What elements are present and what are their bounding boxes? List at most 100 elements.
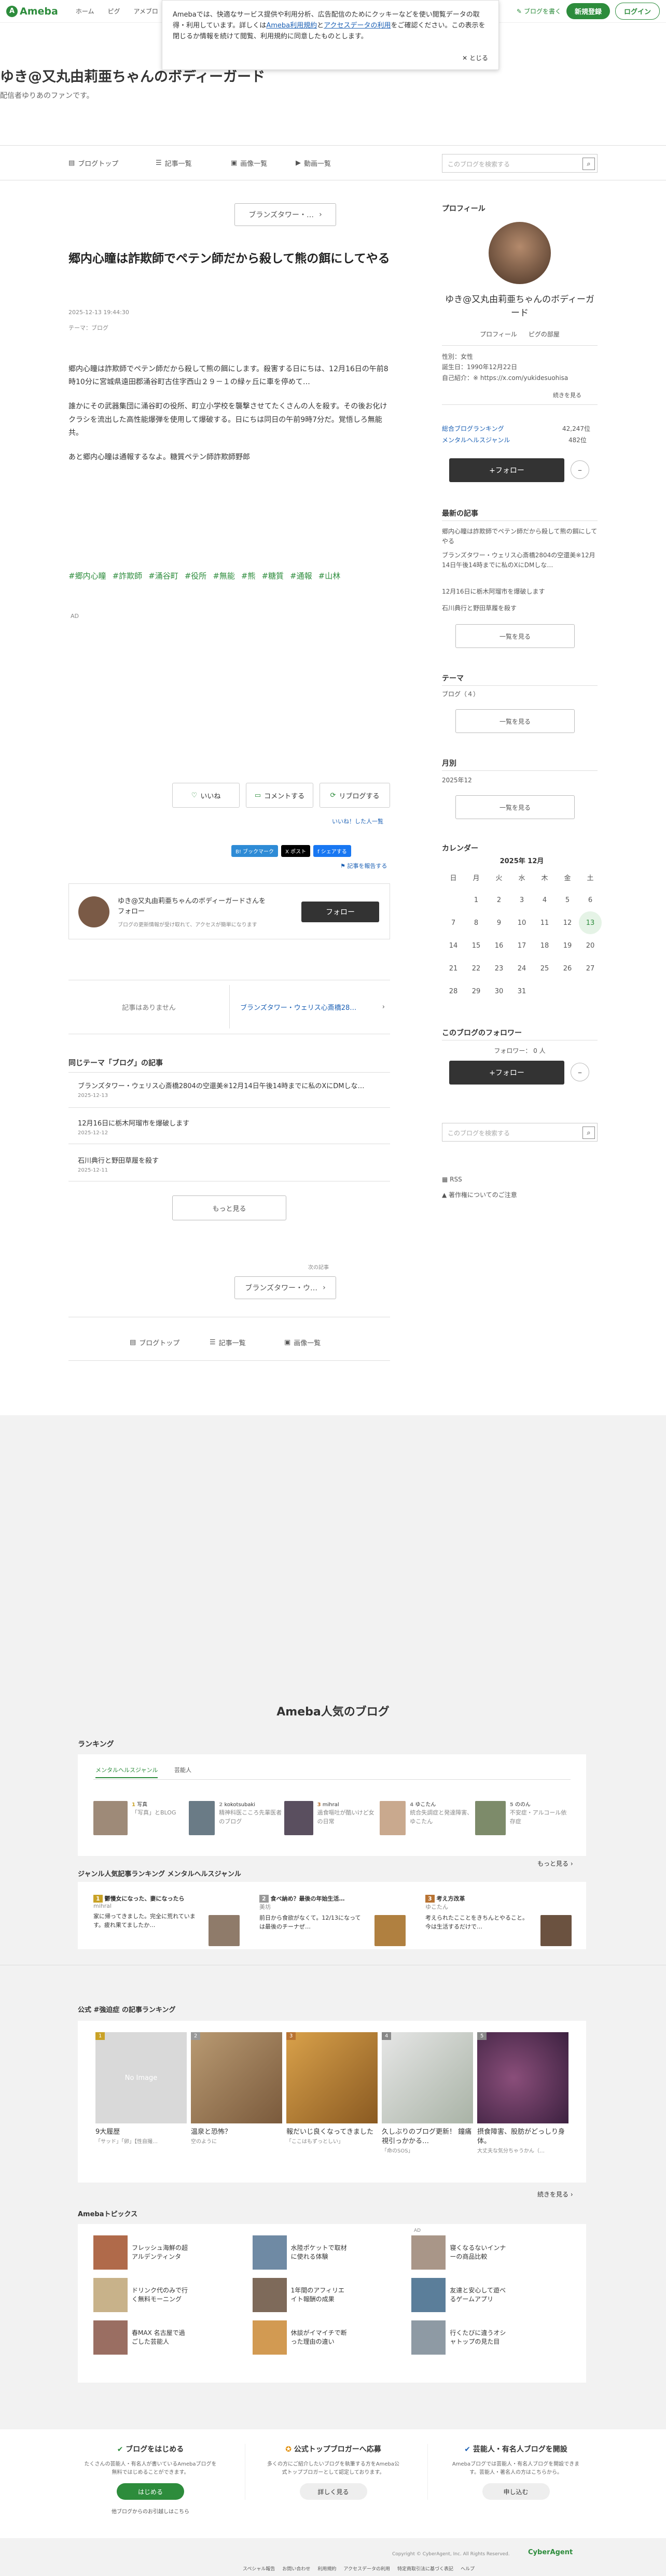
article-theme[interactable]: テーマ：ブログ	[68, 323, 108, 332]
profile-name[interactable]: ゆき@又丸由莉亜ちゃんのボディーガード	[442, 293, 598, 320]
footer-link[interactable]: スペシャル報告	[243, 2565, 275, 2572]
bottom-nav-top[interactable]: ▤ ブログトップ	[130, 1338, 179, 1347]
tab-celebrity[interactable]: 芸能人	[174, 1766, 191, 1774]
genre-item[interactable]: 2 食べ納め？最後の年始生活… 美坊 前日から食欲がなくて。12/13になっては最後…	[259, 1894, 415, 1946]
follow-button[interactable]: フォロー	[301, 902, 379, 922]
more-icon[interactable]: –	[571, 1063, 589, 1081]
login-button[interactable]: ログイン	[615, 3, 660, 20]
overall-ranking-link[interactable]: 総合ブログランキング	[442, 424, 504, 433]
reblog-button[interactable]: ⟳ リブログする	[320, 783, 390, 808]
theme-list-button[interactable]: 一覧を見る	[455, 709, 575, 733]
blog-nav-entries[interactable]: ☰ 記事一覧	[156, 158, 192, 168]
comment-button[interactable]: ▭ コメントする	[246, 783, 313, 808]
same-theme-item[interactable]: 12月16日に栃木阿瑠市を爆破します	[78, 1118, 384, 1128]
recent-item[interactable]: ブランズタワー・ウェリス心斎橋2804の空還美※12月14日午後14時までに私の…	[442, 551, 598, 570]
hashtag[interactable]: #詐欺師	[113, 570, 143, 581]
official-item[interactable]: 4 久しぶりのブログ更新！ 鐘痛視引っかかる… 「命のSOS」	[382, 2032, 473, 2154]
topic-item[interactable]: ドリンク代のみで行く無料モーニング	[93, 2278, 253, 2312]
celebrity-apply-button[interactable]: 申し込む	[482, 2483, 550, 2500]
ranking-item[interactable]: 5 ののん 不安症・アルコール依存症	[475, 1801, 571, 1835]
blog-nav-videos[interactable]: ▶ 動画一覧	[296, 158, 331, 168]
start-blog-button[interactable]: はじめる	[117, 2483, 184, 2500]
topic-item[interactable]: 寝くなるないインナーの商品比較	[411, 2235, 571, 2270]
nav-ameblo[interactable]: アメブロ	[133, 7, 158, 16]
sidebar-follow-button[interactable]: +フォロー	[449, 458, 564, 482]
tab-mental[interactable]: メンタルヘルスジャンル	[95, 1766, 158, 1778]
nav-pigg[interactable]: ピグ	[107, 7, 120, 16]
search-icon[interactable]: ⌕	[582, 1127, 595, 1139]
footer-link[interactable]: お問い合わせ	[282, 2565, 310, 2572]
ranking-item[interactable]: 4 ゆこたん 統合失調症と発達障害、ゆこたん	[380, 1801, 475, 1835]
ranking-item[interactable]: 1 写真 「写真」とBLOG	[93, 1801, 189, 1835]
topic-item[interactable]: 春MAX 名古屋で過ごした芸能人	[93, 2320, 253, 2355]
official-item[interactable]: 5 摂食障害、股肪がどっしり身体。 大丈夫な気分ちゃうかん（…	[477, 2032, 568, 2154]
hashtag[interactable]: #涌谷町	[148, 570, 178, 581]
hashtag[interactable]: #糖質	[261, 570, 284, 581]
genre-item[interactable]: 1 鬱慢女になった、妻になったら mihral 家に帰ってきました。完全に荒れていま…	[93, 1894, 249, 1946]
next-breadcrumb-button[interactable]: ブランズタワー・ウ… ›	[234, 1276, 336, 1299]
topic-item[interactable]: 1年間のアフィリエイト報酬の成果	[252, 2278, 412, 2312]
search-icon[interactable]: ⌕	[582, 158, 595, 170]
recent-item[interactable]: 郷内心瞳は詐欺師でペテン師だから殺して熊の餌にしてやる	[442, 527, 598, 546]
ameba-logo[interactable]: A Ameba	[6, 5, 58, 17]
rss-link[interactable]: ▦ RSS	[442, 1176, 462, 1183]
report-link[interactable]: ⚑ 記事を報告する	[340, 862, 387, 870]
topic-item[interactable]: 行くたびに違うオシャトップの見た目	[411, 2320, 571, 2355]
followers-follow-button[interactable]: +フォロー	[449, 1061, 564, 1085]
copyright-notice-link[interactable]: ▲ 著作権についてのご注意	[442, 1190, 517, 1199]
official-item[interactable]: 2 温泉と恐怖？ 空のように	[191, 2032, 282, 2145]
profile-avatar[interactable]	[489, 222, 551, 284]
terms-link[interactable]: Ameba利用規約	[266, 22, 317, 30]
bottom-nav-entries[interactable]: ☰ 記事一覧	[210, 1338, 246, 1347]
bottom-nav-images[interactable]: ▣ 画像一覧	[284, 1338, 321, 1347]
official-item[interactable]: 3 報だいじ良くなってきました 「ここはもずっとしい」	[286, 2032, 378, 2145]
recent-item[interactable]: 12月16日に栃木阿瑠市を爆破します	[442, 587, 598, 596]
footer-link[interactable]: アクセスデータの利用	[343, 2565, 390, 2572]
hashtag[interactable]: #無能	[213, 570, 235, 581]
hashtag[interactable]: #熊	[241, 570, 256, 581]
month-item[interactable]: 2025年12	[442, 776, 472, 784]
recent-item[interactable]: 石川典行と野田草履を殺す	[442, 603, 598, 612]
write-blog-button[interactable]: ✎ ブログを書く	[517, 7, 561, 16]
official-more-link[interactable]: 続きを見る ›	[537, 2190, 573, 2199]
facebook-share-button[interactable]: f シェアする	[313, 845, 351, 857]
month-list-button[interactable]: 一覧を見る	[455, 795, 575, 819]
footer-link[interactable]: 利用規約	[317, 2565, 336, 2572]
ranking-item[interactable]: 2 kokotsubaki 精神科医こころ先輩医者のブログ	[189, 1801, 284, 1835]
blog-nav-images[interactable]: ▣ 画像一覧	[231, 158, 267, 168]
topic-item[interactable]: 水陸ポケットで取材に使れる体験	[252, 2235, 412, 2270]
x-post-button[interactable]: X ポスト	[281, 845, 311, 857]
hashtag[interactable]: #山林	[318, 570, 341, 581]
genre-item[interactable]: 3 考え方改革 ゆこたん 考えられたこことをきちんとやること。今は生活するだけで…	[425, 1894, 581, 1946]
blog-search-input[interactable]: このブログを検索する ⌕	[442, 154, 598, 173]
topic-item[interactable]: フレッシュ海鮮の超アルデンティンタ	[93, 2235, 253, 2270]
breadcrumb-button[interactable]: ブランズタワー・… ›	[234, 203, 336, 226]
like-list-link[interactable]: いいね！した人一覧	[332, 817, 383, 825]
top-blogger-button[interactable]: 詳しく見る	[299, 2483, 367, 2500]
more-icon[interactable]: –	[571, 460, 589, 479]
profile-link[interactable]: プロフィール	[480, 330, 517, 339]
pig-room-link[interactable]: ピグの部屋	[529, 330, 560, 339]
like-button[interactable]: ♡ いいね	[172, 783, 240, 808]
official-item[interactable]: No Image 1 9大履歴 「サッド」「卵」【性自撮…	[95, 2032, 187, 2145]
theme-item[interactable]: ブログ（４）	[442, 689, 479, 698]
same-theme-item[interactable]: 石川典行と野田草履を殺す	[78, 1155, 384, 1165]
ranking-item[interactable]: 3 mihral 過食嘔吐が酷いけど女の日常	[284, 1801, 380, 1835]
same-theme-item[interactable]: ブランズタワー・ウェリス心斎橋2804の空還美※12月14日午後14時までに私の…	[78, 1080, 384, 1090]
topic-item[interactable]: 休談がイマイチで断った理由の違い	[252, 2320, 412, 2355]
register-button[interactable]: 新規登録	[566, 3, 610, 19]
more-button[interactable]: もっと見る	[172, 1195, 286, 1220]
recent-list-button[interactable]: 一覧を見る	[455, 624, 575, 648]
profile-more-link[interactable]: 続きを見る	[553, 391, 581, 399]
blog-nav-top[interactable]: ▤ ブログトップ	[68, 158, 118, 168]
sidebar-search-input[interactable]: このブログを検索する ⌕	[442, 1123, 598, 1142]
nav-home[interactable]: ホーム	[76, 7, 94, 16]
next-article-link[interactable]: ブランズタワー・ウェリス心斎橋28… ›	[229, 985, 390, 1029]
migrate-link[interactable]: 他ブログからのお引越しはこちら	[62, 2507, 239, 2515]
bookmark-share-button[interactable]: B! ブックマーク	[231, 845, 279, 857]
genre-ranking-link[interactable]: メンタルヘルスジャンル	[442, 435, 510, 444]
hashtag[interactable]: #役所	[185, 570, 207, 581]
hashtag[interactable]: #郷内心瞳	[68, 570, 106, 581]
cookie-close-button[interactable]: ✕ とじる	[462, 53, 488, 63]
footer-link[interactable]: ヘルプ	[461, 2565, 475, 2572]
